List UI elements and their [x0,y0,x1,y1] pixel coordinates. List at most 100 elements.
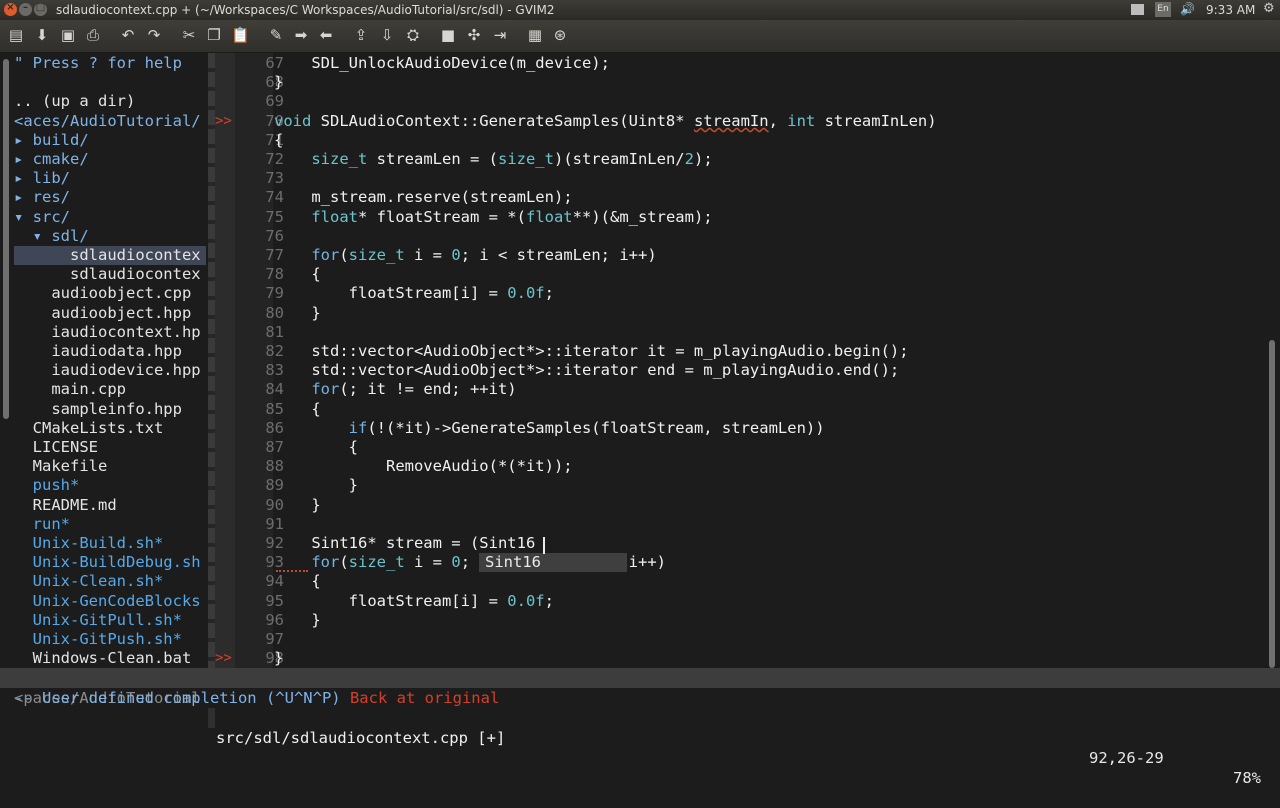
mail-icon[interactable] [1131,4,1144,15]
code-line[interactable]: m_stream.reserve(streamLen); [274,188,572,207]
tree-file[interactable]: sdlaudiocontex [14,265,201,284]
tree-directory[interactable]: ▾ src/ [14,208,70,227]
code-token: for [311,380,340,398]
code-line[interactable]: { [274,400,320,419]
save-session-icon[interactable]: ⇩ [378,26,396,44]
tree-file[interactable]: README.md [14,496,117,515]
close-window-button[interactable]: × [4,2,17,16]
tree-directory[interactable]: ▾ sdl/ [14,227,89,246]
tree-file[interactable]: main.cpp [14,380,126,399]
tree-help-hint: " Press ? for help [14,54,182,72]
clock[interactable]: 9:33 AM [1206,3,1255,18]
code-token: size_t [311,150,368,168]
code-line[interactable]: } [274,649,283,668]
tree-directory[interactable]: ▸ res/ [14,188,70,207]
tree-file[interactable]: Unix-Clean.sh* [14,572,164,591]
tree-directory[interactable]: ▸ lib/ [14,169,70,188]
code-line[interactable]: std::vector<AudioObject*>::iterator it =… [274,342,908,361]
code-token: ; i < streamLen; i++) [460,246,657,264]
code-line[interactable]: if(!(*it)->GenerateSamples(floatStream, … [274,419,825,438]
tree-directory[interactable]: ▸ build/ [14,131,89,150]
load-session-icon[interactable]: ⇪ [352,26,370,44]
find-prev-icon[interactable]: ⬅ [317,26,335,44]
code-line[interactable]: { [274,572,320,591]
window-split-separator[interactable] [208,53,215,668]
build-tags-icon[interactable]: ✣ [465,26,483,44]
tree-file[interactable]: iaudiodata.hpp [14,342,182,361]
code-line[interactable]: } [274,476,358,495]
find-help-icon[interactable]: ⊛ [551,26,569,44]
code-token: ; i++) [460,553,666,571]
tree-directory[interactable]: <aces/AudioTutorial/ [14,112,201,131]
tree-file[interactable]: .. (up a dir) [14,92,135,111]
tree-file[interactable]: Unix-GitPush.sh* [14,630,182,649]
tree-file[interactable]: LICENSE [14,438,98,457]
code-token: 0.0f [507,284,545,302]
save-icon[interactable]: ⬇ [33,26,51,44]
tree-file[interactable]: audioobject.cpp [14,284,191,303]
command-line[interactable]: -- User defined completion (^U^N^P) Back… [14,688,499,708]
code-scrollbar[interactable] [1265,53,1280,668]
code-line[interactable]: SDL_UnlockAudioDevice(m_device); [274,54,610,73]
code-pane[interactable]: Sint16 67 SDL_UnlockAudioDevice(m_device… [215,53,1265,668]
minimize-window-button[interactable]: – [19,2,32,16]
tree-file[interactable]: Unix-Build.sh* [14,534,164,553]
code-line[interactable]: { [274,265,320,284]
replace-icon[interactable]: ✎ [267,26,285,44]
print-icon[interactable]: ⎙ [84,26,102,44]
code-line[interactable]: std::vector<AudioObject*>::iterator end … [274,361,899,380]
help-icon[interactable]: ▦ [526,26,544,44]
copy-icon[interactable]: ❐ [205,26,223,44]
find-next-icon[interactable]: ➡ [292,26,310,44]
code-scroll-thumb[interactable] [1269,340,1275,668]
code-line[interactable]: { [274,438,358,457]
tree-file[interactable]: audioobject.hpp [14,304,191,323]
tree-file[interactable]: run* [14,515,70,534]
undo-icon[interactable]: ↶ [119,26,137,44]
code-line[interactable]: Sint16* stream = (Sint16 [274,534,535,553]
tree-file[interactable]: iaudiocontext.hp [14,323,200,342]
tree-file[interactable]: sdlaudiocontex [14,246,206,265]
tree-file[interactable]: iaudiodevice.hpp [14,361,200,380]
system-settings-icon[interactable]: ⚙ [1263,1,1275,16]
tree-file[interactable]: push* [14,476,80,495]
code-line[interactable]: for(; it != end; ++it) [274,380,516,399]
redo-icon[interactable]: ↷ [145,26,163,44]
maximize-window-button[interactable]: □ [34,2,47,16]
tree-file[interactable]: Unix-BuildDebug.sh [14,553,201,572]
keyboard-layout-indicator[interactable]: En [1155,2,1171,17]
tree-file[interactable]: Unix-GenCodeBlocks [14,592,201,611]
line-number: 97 [265,630,284,648]
code-line[interactable]: } [274,496,320,515]
make-icon[interactable]: ■ [439,26,457,44]
cut-icon[interactable]: ✂ [180,26,198,44]
code-line[interactable]: size_t streamLen = (size_t)(streamInLen/… [274,150,712,169]
code-line[interactable]: for(size_t i = 0; i++) [274,553,666,572]
tree-file[interactable]: Unix-GitPull.sh* [14,611,182,630]
open-icon[interactable]: ▤ [7,26,25,44]
paste-icon[interactable]: 📋 [231,26,250,44]
code-line[interactable]: floatStream[i] = 0.0f; [274,592,554,611]
tree-file[interactable]: Windows-Clean.bat [14,649,192,668]
code-token: size_t [348,553,405,571]
save-all-icon[interactable]: ▣ [59,26,77,44]
code-line[interactable]: } [274,73,283,92]
volume-icon[interactable]: 🔊 [1180,2,1195,17]
jump-tag-icon[interactable]: ⇥ [491,26,509,44]
tree-file[interactable]: CMakeLists.txt [14,419,164,438]
tree-directory[interactable]: ▸ cmake/ [14,150,89,169]
code-line[interactable]: RemoveAudio(*(*it)); [274,457,573,476]
file-tree-scrollbar[interactable] [0,53,12,668]
file-tree-pane[interactable]: " Press ? for help .. (up a dir) <aces/Aud… [0,53,208,668]
file-tree-scroll-thumb[interactable] [3,59,9,419]
code-line[interactable]: void SDLAudioContext::GenerateSamples(Ui… [274,112,937,131]
tree-file[interactable]: Makefile [14,457,108,476]
code-line[interactable]: } [274,304,320,323]
tree-file[interactable]: sampleinfo.hpp [14,400,182,419]
code-line[interactable]: { [274,131,283,150]
code-line[interactable]: float* floatStream = *(float**)(&m_strea… [274,208,712,227]
code-line[interactable]: for(size_t i = 0; i < streamLen; i++) [274,246,657,265]
code-line[interactable]: } [274,611,320,630]
run-script-icon[interactable]: ⛭ [404,26,422,44]
code-line[interactable]: floatStream[i] = 0.0f; [274,284,554,303]
